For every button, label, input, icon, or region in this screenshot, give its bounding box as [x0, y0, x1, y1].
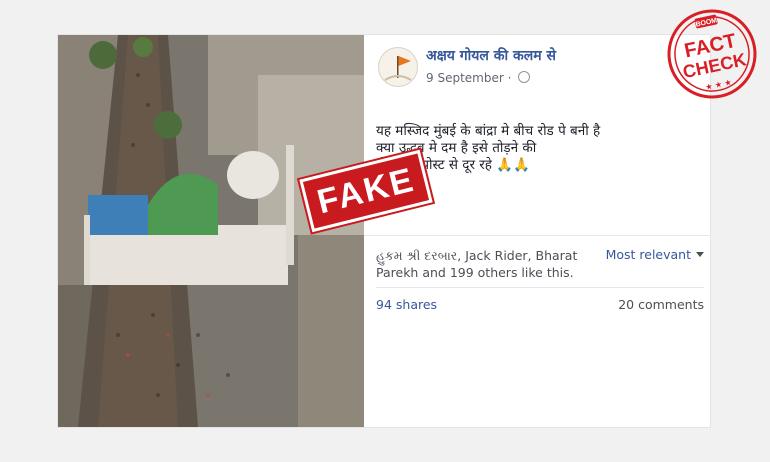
flag-avatar-icon — [384, 56, 412, 81]
page-name-link[interactable]: अक्षय गोयल की कलम से — [426, 46, 556, 65]
fact-check-stamp-icon: BOOM FACT CHECK ★ ★ ★ — [667, 9, 757, 99]
page-avatar[interactable] — [378, 47, 418, 87]
fact-check-badge: BOOM FACT CHECK ★ ★ ★ — [662, 6, 762, 102]
post-details: अक्षय गोयल की कलम से 9 September · यह मस… — [364, 35, 710, 427]
post-text-line: यह मस्जिद मुंबई के बांद्रा मे बीच रोड पे… — [376, 123, 601, 139]
caret-down-icon — [696, 252, 704, 257]
shares-count[interactable]: 94 shares — [376, 297, 437, 312]
sort-label: Most relevant — [605, 247, 691, 262]
globe-icon — [518, 71, 531, 83]
post-text-line: क्या उद्धव मे दम है इसे तोड़ने की — [376, 140, 537, 156]
likes-summary[interactable]: હુકમ શ્રી દરબાર, Jack Rider, Bharat Pare… — [376, 247, 596, 281]
post-meta: 9 September · — [426, 71, 531, 85]
post-photo[interactable] — [58, 35, 364, 427]
divider — [376, 287, 704, 288]
street-scene-image — [58, 35, 364, 427]
post-date[interactable]: 9 September — [426, 71, 504, 85]
sort-comments-button[interactable]: Most relevant — [606, 247, 704, 262]
comments-count[interactable]: 20 comments — [618, 297, 704, 312]
post-text: यह मस्जिद मुंबई के बांद्रा मे बीच रोड पे… — [376, 123, 702, 174]
divider — [364, 235, 710, 236]
separator: · — [507, 71, 512, 85]
